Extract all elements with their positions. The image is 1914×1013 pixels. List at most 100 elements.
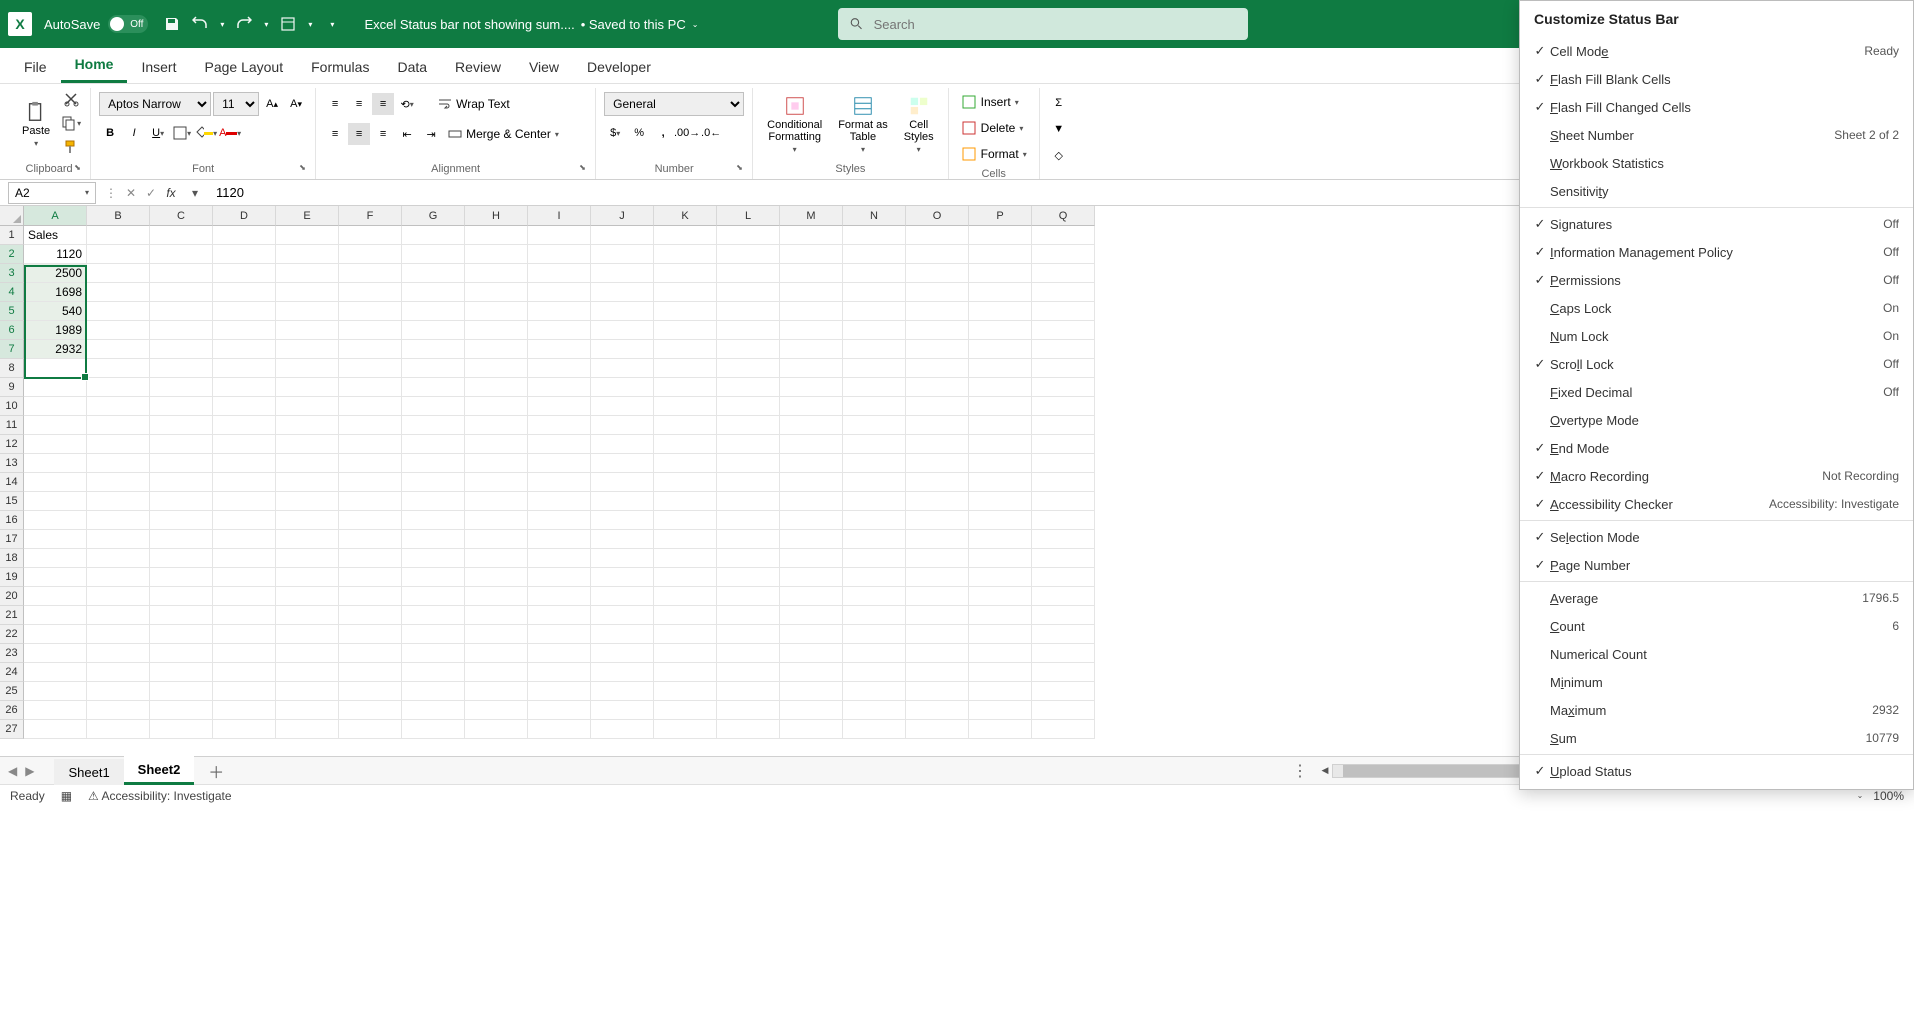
cell[interactable]: 2932	[24, 340, 87, 359]
cell[interactable]	[150, 454, 213, 473]
cell[interactable]	[591, 587, 654, 606]
cell[interactable]	[87, 511, 150, 530]
cell[interactable]	[717, 435, 780, 454]
grid-body[interactable]: Sales11202500169854019892932	[24, 226, 1095, 756]
clear-button[interactable]: ◇	[1048, 144, 1070, 166]
cell[interactable]	[843, 359, 906, 378]
cell[interactable]	[150, 682, 213, 701]
cell[interactable]	[591, 549, 654, 568]
cell[interactable]	[591, 245, 654, 264]
cell[interactable]	[402, 435, 465, 454]
cell[interactable]	[906, 397, 969, 416]
cell[interactable]	[87, 283, 150, 302]
cell[interactable]	[87, 492, 150, 511]
cell[interactable]	[528, 435, 591, 454]
row-header[interactable]: 8	[0, 359, 24, 378]
cell[interactable]	[654, 378, 717, 397]
cell[interactable]	[465, 492, 528, 511]
cell[interactable]	[843, 644, 906, 663]
cell[interactable]	[717, 530, 780, 549]
cell[interactable]	[402, 701, 465, 720]
cell[interactable]	[150, 663, 213, 682]
cell[interactable]	[654, 720, 717, 739]
cell[interactable]	[654, 245, 717, 264]
cell[interactable]	[465, 245, 528, 264]
row-header[interactable]: 16	[0, 511, 24, 530]
cell[interactable]	[213, 340, 276, 359]
cell[interactable]	[654, 321, 717, 340]
dialog-launcher-icon[interactable]: ⬊	[579, 163, 591, 175]
cell[interactable]	[465, 226, 528, 245]
cell[interactable]	[150, 302, 213, 321]
cell[interactable]	[969, 283, 1032, 302]
cell[interactable]	[843, 435, 906, 454]
cell[interactable]	[528, 454, 591, 473]
cell[interactable]	[780, 397, 843, 416]
cell[interactable]	[969, 530, 1032, 549]
cell[interactable]	[654, 625, 717, 644]
row-header[interactable]: 12	[0, 435, 24, 454]
cell[interactable]	[717, 644, 780, 663]
cell[interactable]	[1032, 397, 1095, 416]
cell[interactable]	[24, 397, 87, 416]
cell[interactable]	[780, 530, 843, 549]
cell[interactable]	[276, 530, 339, 549]
cell[interactable]	[339, 663, 402, 682]
cell[interactable]	[276, 378, 339, 397]
cell[interactable]	[717, 245, 780, 264]
cell[interactable]	[87, 587, 150, 606]
document-title[interactable]: Excel Status bar not showing sum....	[364, 17, 574, 32]
cell[interactable]	[906, 606, 969, 625]
cell[interactable]	[591, 302, 654, 321]
row-header[interactable]: 14	[0, 473, 24, 492]
cell[interactable]: 1989	[24, 321, 87, 340]
status-bar-option-cell-mode[interactable]: ✓Cell ModeReady	[1520, 37, 1913, 65]
cell[interactable]	[402, 530, 465, 549]
borders-button[interactable]: ▾	[171, 122, 193, 144]
qat-customize[interactable]: ▾	[330, 20, 334, 29]
cell[interactable]	[24, 511, 87, 530]
status-bar-option-count[interactable]: Count6	[1520, 612, 1913, 640]
cell[interactable]	[717, 606, 780, 625]
cell[interactable]	[276, 701, 339, 720]
cell[interactable]	[591, 568, 654, 587]
fx-dropdown[interactable]: ▾	[186, 186, 204, 200]
cell[interactable]	[780, 625, 843, 644]
align-left-button[interactable]: ≡	[324, 123, 346, 145]
cell[interactable]	[717, 283, 780, 302]
fill-button[interactable]: ▼	[1048, 118, 1070, 140]
cell[interactable]	[24, 378, 87, 397]
cell[interactable]	[465, 663, 528, 682]
display-settings[interactable]: ⌄	[1857, 791, 1864, 800]
cell[interactable]	[213, 378, 276, 397]
cell[interactable]	[843, 682, 906, 701]
cell[interactable]	[213, 226, 276, 245]
cell[interactable]	[969, 663, 1032, 682]
status-bar-option-minimum[interactable]: Minimum	[1520, 668, 1913, 696]
cell[interactable]	[87, 625, 150, 644]
status-bar-option-flash-fill-blank-cells[interactable]: ✓Flash Fill Blank Cells	[1520, 65, 1913, 93]
cell[interactable]	[87, 663, 150, 682]
row-header[interactable]: 17	[0, 530, 24, 549]
cell[interactable]	[150, 340, 213, 359]
cell[interactable]	[276, 264, 339, 283]
cell[interactable]	[591, 283, 654, 302]
cell[interactable]	[969, 435, 1032, 454]
cell[interactable]	[528, 644, 591, 663]
cell[interactable]	[906, 416, 969, 435]
cell[interactable]	[87, 245, 150, 264]
cell[interactable]	[213, 397, 276, 416]
cell[interactable]	[717, 492, 780, 511]
cell[interactable]	[87, 530, 150, 549]
format-cells-button[interactable]: Format ▾	[957, 142, 1031, 166]
column-header[interactable]: E	[276, 206, 339, 226]
cell[interactable]	[24, 606, 87, 625]
cell[interactable]	[339, 587, 402, 606]
cell[interactable]	[1032, 511, 1095, 530]
cell[interactable]	[1032, 530, 1095, 549]
status-bar-option-sum[interactable]: Sum10779	[1520, 724, 1913, 752]
accessibility-status[interactable]: ⚠ Accessibility: Investigate	[88, 789, 232, 803]
cell[interactable]	[465, 568, 528, 587]
cell[interactable]	[969, 606, 1032, 625]
cell[interactable]	[843, 473, 906, 492]
